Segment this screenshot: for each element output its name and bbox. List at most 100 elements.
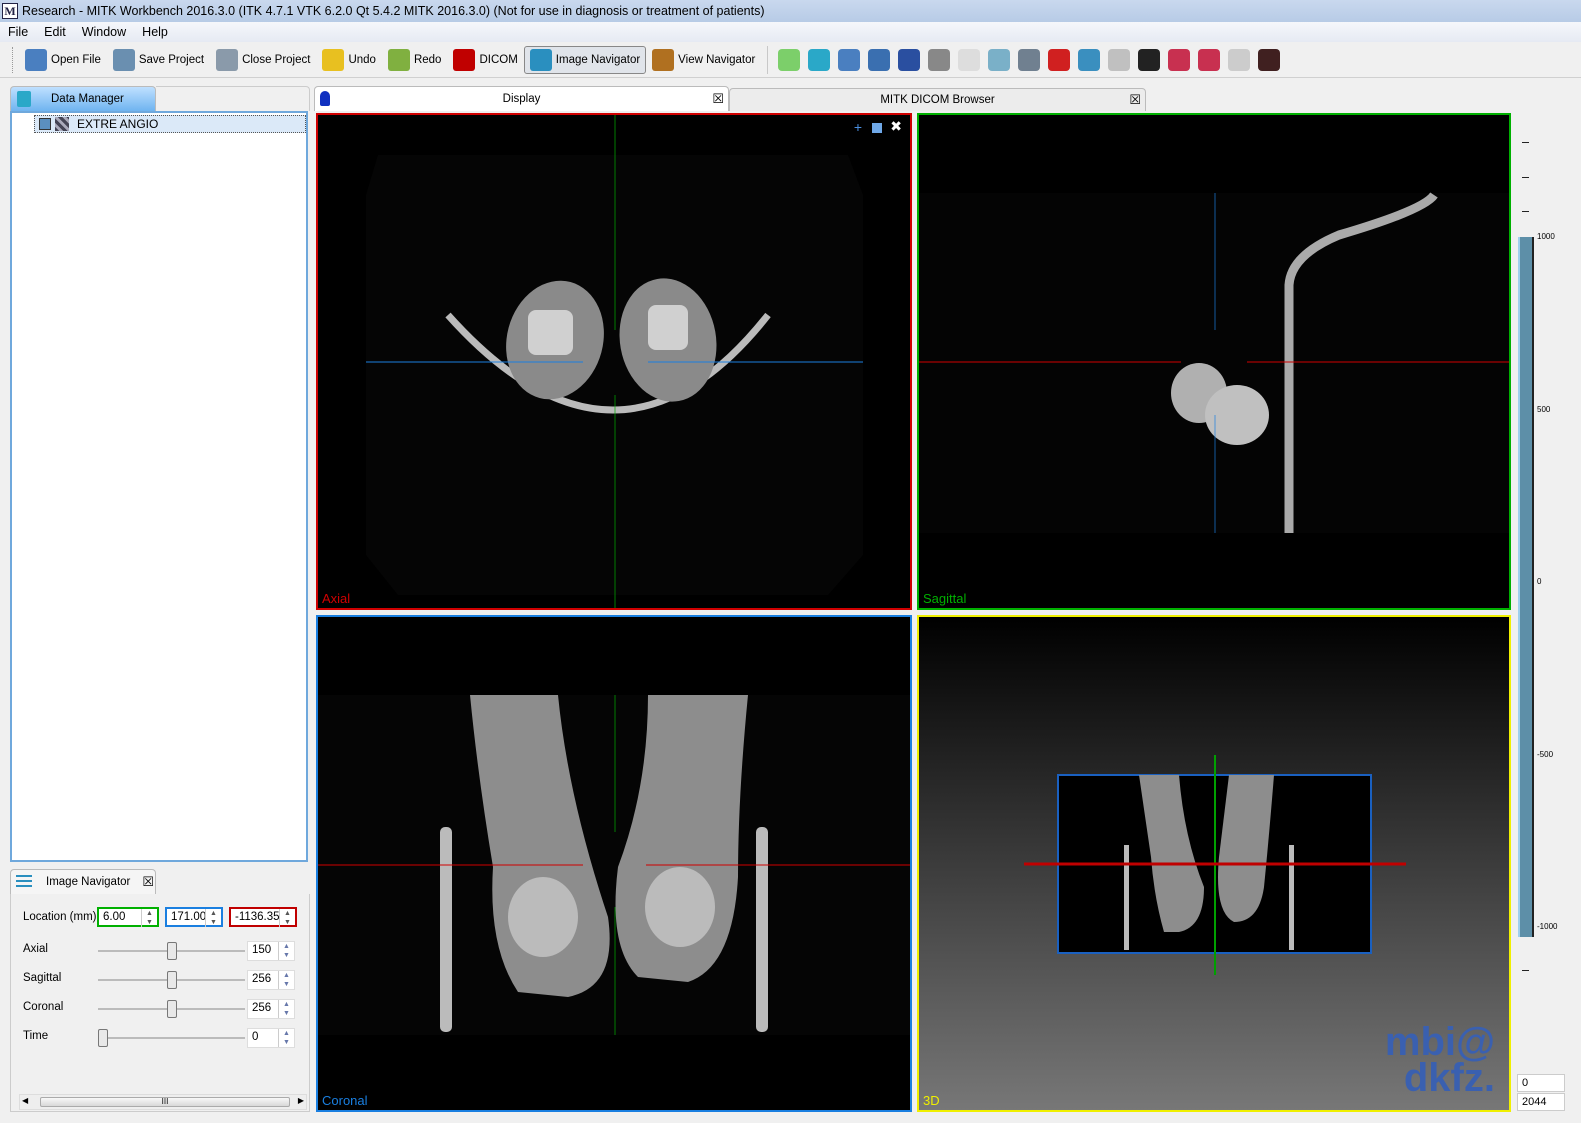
open-file-button[interactable]: Open File [19, 46, 107, 74]
location-z-input[interactable]: -1136.35 ▲ ▼ [229, 907, 297, 927]
undo-icon [322, 48, 345, 71]
scroll-thumb[interactable]: III [40, 1097, 290, 1107]
eye-icon[interactable] [1258, 48, 1281, 71]
level-tick-label: 1000 [1537, 232, 1555, 241]
slider-label-axial: Axial [23, 943, 48, 955]
item-label: EXTRE ANGIO [77, 117, 159, 131]
coronal-view[interactable]: Coronal [316, 615, 912, 1112]
save-project-button[interactable]: Save Project [107, 46, 210, 74]
slider-thumb[interactable] [166, 942, 177, 960]
sagittal-slider[interactable] [98, 971, 245, 989]
crosshair-icon[interactable]: + [854, 119, 862, 135]
level-tick-label: 0 [1537, 577, 1542, 586]
histogram-icon[interactable] [1228, 48, 1251, 71]
screenshot-icon[interactable] [1138, 48, 1161, 71]
slider-label-coronal: Coronal [23, 1001, 64, 1013]
measurement-icon[interactable] [988, 48, 1011, 71]
window-input[interactable]: 2044 [1517, 1093, 1565, 1111]
sagittal-spinbox[interactable]: 256 ▲ ▼ [247, 970, 295, 990]
horizontal-scrollbar[interactable]: ◀ III ▶ [19, 1094, 307, 1110]
tab-image-navigator[interactable]: Image Navigator ☒ [10, 869, 156, 894]
tab-label: MITK DICOM Browser [880, 94, 995, 106]
image-navigator-button[interactable]: Image Navigator [523, 45, 647, 74]
location-label: Location (mm) [23, 911, 97, 923]
camera-icon[interactable] [1018, 48, 1041, 71]
coronal-spinbox[interactable]: 256 ▲ ▼ [247, 999, 295, 1019]
level-tick-label: -500 [1537, 749, 1554, 759]
dicom-icon [453, 48, 476, 71]
pixel-tools-icon[interactable] [1198, 48, 1221, 71]
visibility-checkbox[interactable] [39, 118, 51, 130]
rabbit-icon[interactable] [1108, 48, 1131, 71]
sagittal-image [919, 192, 1509, 533]
dicom-button[interactable]: DICOM [447, 46, 523, 74]
3d-view[interactable]: mbi@ dkfz. 3D [917, 615, 1511, 1112]
menu-help[interactable]: Help [134, 25, 176, 39]
image-icon [55, 117, 69, 131]
scissors-icon[interactable] [928, 48, 951, 71]
close-icon[interactable]: ☒ [1129, 92, 1141, 108]
segmentation-icon[interactable] [778, 48, 801, 71]
image-navigator-panel: Location (mm) 6.00 ▲ ▼ 171.00 ▲ ▼ -1136.35 ▲ ▼… [10, 894, 310, 1112]
save-icon [112, 48, 135, 71]
tab-label: Display [502, 93, 541, 105]
scroll-right-icon[interactable]: ▶ [298, 1096, 304, 1105]
view-label: Sagittal [923, 591, 967, 606]
slider-label-time: Time [23, 1030, 49, 1042]
view-label: 3D [923, 1093, 940, 1108]
tab-display[interactable]: Display ☒ [314, 86, 729, 111]
close-icon[interactable]: ☒ [142, 874, 154, 890]
level-window-widget: 1000 500 0 -500 -1000 0 2044 [1513, 113, 1575, 1113]
printer-icon [216, 48, 239, 71]
close-icon[interactable]: ☒ [712, 91, 724, 107]
location-x-input[interactable]: 6.00 ▲ ▼ [97, 907, 159, 927]
level-tick-label: -1000 [1537, 922, 1558, 931]
cabinet-icon [652, 48, 675, 71]
coronal-slider[interactable] [98, 1000, 245, 1018]
main-toolbar: Open File Save Project Close Project Undo Re… [0, 42, 1581, 78]
pin-icon[interactable] [1048, 48, 1071, 71]
time-spinbox[interactable]: 0 ▲ ▼ [247, 1028, 295, 1048]
level-window-bar[interactable] [1518, 237, 1534, 937]
menu-window[interactable]: Window [74, 25, 134, 39]
axial-slider[interactable] [98, 942, 245, 960]
data-manager-icon [17, 91, 31, 107]
data-manager-tree: EXTRE ANGIO [10, 111, 308, 862]
logging-icon[interactable] [958, 48, 981, 71]
pixel-lasso-icon[interactable] [1168, 48, 1191, 71]
level-tick-label: 500 [1537, 404, 1551, 414]
menu-bar: File Edit Window Help [0, 22, 1581, 42]
scroll-left-icon[interactable]: ◀ [22, 1096, 28, 1105]
mbi-dkfz-logo: mbi@ dkfz. [1384, 1020, 1495, 1100]
slider-thumb[interactable] [166, 1000, 177, 1018]
undo-button[interactable]: Undo [316, 46, 382, 74]
axial-view[interactable]: + ✖ Axial [316, 113, 912, 610]
help-search-icon[interactable] [898, 48, 921, 71]
zoom-icon[interactable] [1078, 48, 1101, 71]
close-project-button[interactable]: Close Project [210, 46, 316, 74]
time-slider[interactable] [98, 1029, 245, 1047]
axial-spinbox[interactable]: 150 ▲ ▼ [247, 941, 295, 961]
list-item[interactable]: EXTRE ANGIO [34, 115, 306, 133]
redo-button[interactable]: Redo [382, 46, 448, 74]
maximize-icon[interactable] [872, 123, 882, 133]
tab-label: Data Manager [51, 93, 124, 105]
tab-dicom-browser[interactable]: MITK DICOM Browser ☒ [729, 88, 1146, 111]
data-cabinet-icon[interactable] [808, 48, 831, 71]
view-label: Axial [322, 591, 351, 606]
folder-icon [25, 48, 47, 71]
level-input[interactable]: 0 [1517, 1074, 1565, 1092]
view-navigator-button[interactable]: View Navigator [646, 46, 761, 74]
tab-data-manager[interactable]: Data Manager [10, 86, 156, 111]
slider-thumb[interactable] [166, 971, 177, 989]
tools-icon[interactable]: ✖ [890, 118, 902, 135]
slider-label-sagittal: Sagittal [23, 972, 62, 984]
location-y-input[interactable]: 171.00 ▲ ▼ [165, 907, 223, 927]
slider-thumb[interactable] [98, 1029, 108, 1047]
sagittal-view[interactable]: Sagittal [917, 113, 1511, 610]
menu-file[interactable]: File [0, 25, 36, 39]
help-icon[interactable] [838, 48, 861, 71]
view-label: Coronal [322, 1093, 368, 1108]
menu-edit[interactable]: Edit [36, 25, 74, 39]
help-list-icon[interactable] [868, 48, 891, 71]
